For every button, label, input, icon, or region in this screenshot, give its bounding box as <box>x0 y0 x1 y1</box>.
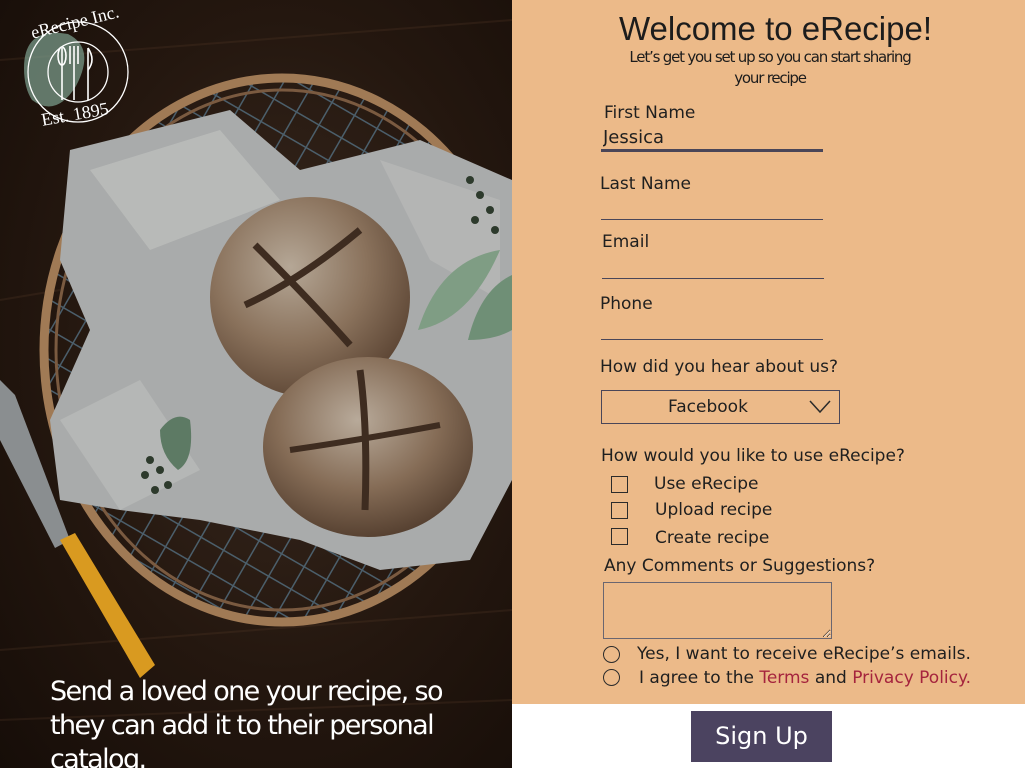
privacy-policy-link[interactable]: Privacy Policy. <box>852 668 971 688</box>
form-title: Welcome to eRecipe! <box>618 10 933 47</box>
hero-tagline: Send a loved one your recipe, so they ca… <box>50 676 444 768</box>
use-erecipe-label: Use eRecipe <box>654 474 759 494</box>
agree-terms-label: I agree to the Terms and Privacy Policy. <box>639 668 971 688</box>
last-name-label: Last Name <box>600 174 691 194</box>
agree-prefix-text: I agree to the <box>639 668 754 688</box>
create-recipe-label: Create recipe <box>655 528 770 548</box>
first-name-field[interactable] <box>601 126 823 152</box>
hero-image-panel: eRecipe Inc. Est. 1895 Send a loved one … <box>0 0 512 768</box>
referral-label: How did you hear about us? <box>600 357 838 377</box>
comments-label: Any Comments or Suggestions? <box>604 556 876 576</box>
chevron-down-icon <box>809 400 831 414</box>
use-erecipe-checkbox[interactable] <box>611 476 628 493</box>
upload-recipe-checkbox[interactable] <box>611 502 628 519</box>
usage-label: How would you like to use eRecipe? <box>601 446 905 466</box>
referral-dropdown[interactable]: Facebook <box>601 390 840 424</box>
create-recipe-checkbox[interactable] <box>611 528 628 545</box>
last-name-field[interactable] <box>601 194 823 220</box>
sign-up-button[interactable]: Sign Up <box>691 711 832 762</box>
agree-terms-radio[interactable] <box>603 669 620 686</box>
receive-emails-label: Yes, I want to receive eRecipe’s emails. <box>637 644 971 664</box>
phone-label: Phone <box>600 294 653 314</box>
first-name-label: First Name <box>604 103 696 123</box>
comments-textarea[interactable] <box>603 582 832 639</box>
referral-selected-value: Facebook <box>668 397 748 417</box>
erecipe-logo: eRecipe Inc. Est. 1895 <box>18 1 132 130</box>
email-field[interactable] <box>602 253 824 279</box>
phone-field[interactable] <box>601 314 823 340</box>
terms-link[interactable]: Terms <box>759 668 809 688</box>
form-subtitle: Let’s get you set up so you can start sh… <box>629 48 911 87</box>
email-label: Email <box>602 232 650 252</box>
and-text: and <box>814 668 847 688</box>
signup-form-panel: Welcome to eRecipe! Let’s get you set up… <box>512 0 1025 704</box>
receive-emails-radio[interactable] <box>603 646 620 663</box>
upload-recipe-label: Upload recipe <box>655 500 773 520</box>
